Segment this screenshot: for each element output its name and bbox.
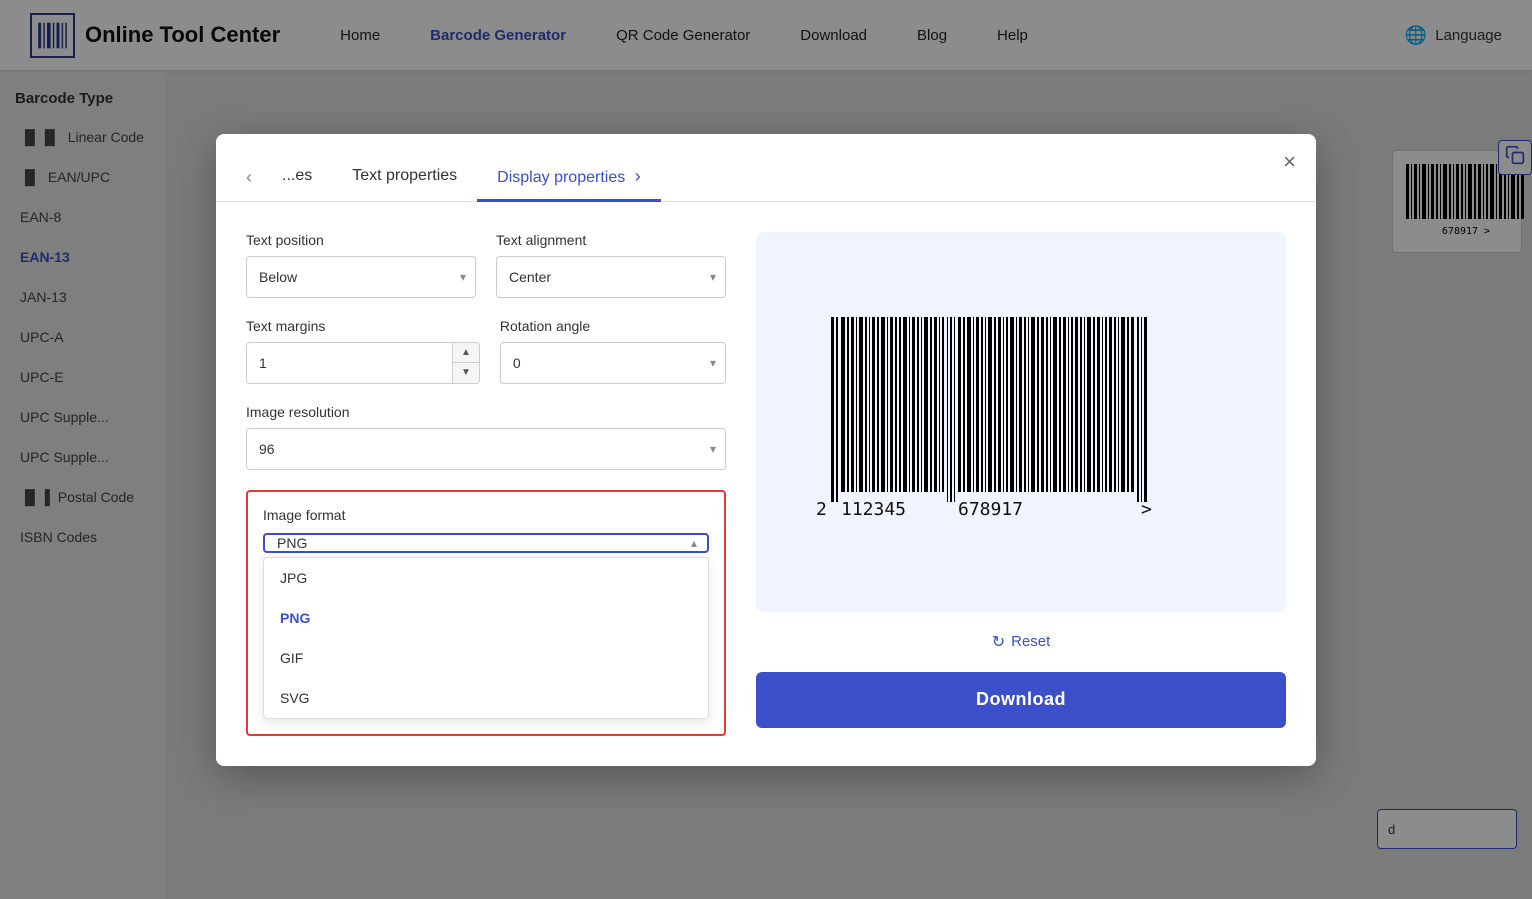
svg-text:678917: 678917 bbox=[958, 499, 1023, 520]
format-option-png[interactable]: PNG bbox=[264, 598, 708, 638]
text-margins-up[interactable]: ▲ bbox=[453, 343, 479, 364]
image-format-select[interactable]: PNG ▴ bbox=[263, 533, 709, 553]
rotation-angle-select[interactable]: 0 90 180 270 bbox=[500, 342, 726, 384]
image-format-value: PNG bbox=[277, 535, 307, 551]
tab-bp-label: ...es bbox=[282, 167, 312, 184]
modal-tabs: ‹ ...es Text properties Display properti… bbox=[216, 134, 1316, 202]
image-resolution-select[interactable]: 72 96 150 300 bbox=[246, 428, 726, 470]
image-format-section: Image format PNG ▴ JPG PNG bbox=[246, 490, 726, 736]
text-margins-input[interactable] bbox=[247, 343, 452, 383]
tab-right-arrow: › bbox=[635, 166, 641, 186]
barcode-preview-area: 2 112345 678917 > bbox=[756, 232, 1286, 612]
format-option-jpg[interactable]: JPG bbox=[264, 558, 708, 598]
text-alignment-label: Text alignment bbox=[496, 232, 726, 248]
barcode-svg-container: 2 112345 678917 > bbox=[811, 307, 1231, 537]
tab-arrow-left[interactable]: ‹ bbox=[246, 167, 252, 188]
text-position-group: Text position Above Below None ▾ bbox=[246, 232, 476, 298]
tab-tp-label: Text properties bbox=[352, 167, 457, 184]
text-margins-input-wrapper: ▲ ▼ bbox=[246, 342, 480, 384]
format-select-arrow: ▴ bbox=[691, 536, 697, 550]
image-resolution-select-wrapper: 72 96 150 300 ▾ bbox=[246, 428, 726, 470]
format-png-label: PNG bbox=[280, 610, 310, 626]
image-resolution-group: Image resolution 72 96 150 300 ▾ bbox=[246, 404, 726, 470]
rotation-angle-group: Rotation angle 0 90 180 270 ▾ bbox=[500, 318, 726, 384]
text-alignment-group: Text alignment Left Center Right ▾ bbox=[496, 232, 726, 298]
text-margins-down[interactable]: ▼ bbox=[453, 363, 479, 383]
text-position-select-wrapper: Above Below None ▾ bbox=[246, 256, 476, 298]
barcode-svg: 2 112345 678917 > bbox=[811, 307, 1231, 537]
tab-text-properties[interactable]: Text properties bbox=[332, 155, 477, 200]
format-option-svg[interactable]: SVG bbox=[264, 678, 708, 718]
svg-text:2: 2 bbox=[816, 499, 827, 520]
modal-body: Text position Above Below None ▾ Text al… bbox=[216, 202, 1316, 766]
tab-dp-label: Display properties bbox=[497, 169, 625, 186]
tab-display-properties[interactable]: Display properties › bbox=[477, 154, 661, 202]
reset-button[interactable]: ↻ Reset bbox=[992, 632, 1051, 652]
download-button[interactable]: Download bbox=[756, 672, 1286, 728]
image-resolution-label: Image resolution bbox=[246, 404, 726, 420]
svg-text:>: > bbox=[1141, 499, 1152, 520]
image-format-dropdown: JPG PNG GIF SVG bbox=[263, 557, 709, 719]
text-position-label: Text position bbox=[246, 232, 476, 248]
format-svg-label: SVG bbox=[280, 690, 310, 706]
format-gif-label: GIF bbox=[280, 650, 303, 666]
format-jpg-label: JPG bbox=[280, 570, 307, 586]
text-margins-stepper: ▲ ▼ bbox=[452, 343, 479, 383]
modal: ‹ ...es Text properties Display properti… bbox=[216, 134, 1316, 766]
form-row-2: Text margins ▲ ▼ Rotation angle 0 bbox=[246, 318, 726, 384]
rotation-angle-select-wrapper: 0 90 180 270 ▾ bbox=[500, 342, 726, 384]
text-margins-group: Text margins ▲ ▼ bbox=[246, 318, 480, 384]
text-position-select[interactable]: Above Below None bbox=[246, 256, 476, 298]
modal-right-panel: 2 112345 678917 > ↻ Reset Download bbox=[756, 232, 1286, 736]
svg-text:112345: 112345 bbox=[841, 499, 906, 520]
text-margins-label: Text margins bbox=[246, 318, 480, 334]
format-option-gif[interactable]: GIF bbox=[264, 638, 708, 678]
text-alignment-select[interactable]: Left Center Right bbox=[496, 256, 726, 298]
form-row-1: Text position Above Below None ▾ Text al… bbox=[246, 232, 726, 298]
image-format-select-wrapper: PNG ▴ bbox=[263, 533, 709, 553]
tab-barcode-properties[interactable]: ...es bbox=[262, 155, 332, 200]
image-format-label: Image format bbox=[263, 507, 709, 523]
close-button[interactable]: × bbox=[1283, 149, 1296, 175]
reset-icon: ↻ bbox=[992, 632, 1005, 652]
text-alignment-select-wrapper: Left Center Right ▾ bbox=[496, 256, 726, 298]
modal-left-panel: Text position Above Below None ▾ Text al… bbox=[246, 232, 726, 736]
rotation-angle-label: Rotation angle bbox=[500, 318, 726, 334]
reset-label: Reset bbox=[1011, 633, 1050, 650]
